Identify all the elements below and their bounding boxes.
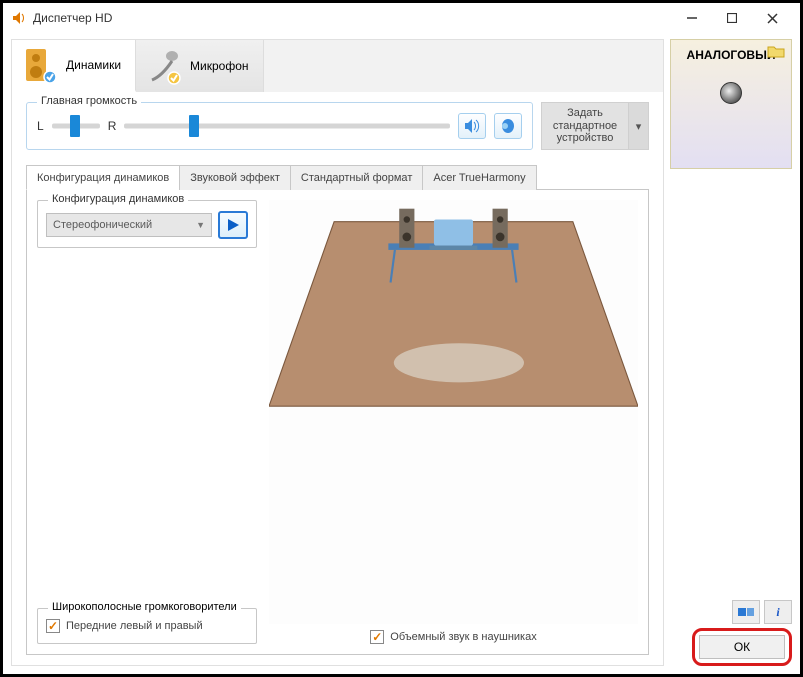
- balance-left-label: L: [37, 119, 44, 133]
- analog-box: АНАЛОГОВЫЙ: [670, 39, 792, 169]
- tab-microphone-label: Микрофон: [190, 59, 248, 73]
- chevron-down-icon: ▼: [196, 220, 205, 230]
- subtab-trueharmony[interactable]: Acer TrueHarmony: [422, 165, 536, 190]
- ok-button[interactable]: ОК: [699, 635, 785, 659]
- speaker-config-group: Конфигурация динамиков Стереофонический …: [37, 200, 257, 248]
- subtabs: Конфигурация динамиков Звуковой эффект С…: [26, 164, 649, 190]
- minimize-button[interactable]: [672, 4, 712, 32]
- speaker-config-label: Конфигурация динамиков: [48, 193, 188, 205]
- settings-button[interactable]: [494, 113, 522, 139]
- subtab-sound-effect[interactable]: Звуковой эффект: [179, 165, 291, 190]
- ok-highlight: ОК: [692, 628, 792, 666]
- folder-icon[interactable]: [767, 44, 785, 58]
- tabpanel-speaker-config: Конфигурация динамиков Стереофонический …: [26, 190, 649, 655]
- tool-button-1[interactable]: [732, 600, 760, 624]
- main-volume-label: Главная громкость: [37, 95, 141, 107]
- maximize-button[interactable]: [712, 4, 752, 32]
- subtab-speaker-config[interactable]: Конфигурация динамиков: [26, 165, 180, 190]
- device-tabs: Динамики Микрофон: [12, 40, 663, 92]
- side-panel: АНАЛОГОВЫЙ i ОК: [670, 39, 792, 666]
- headphone-virtual-checkbox[interactable]: Объемный звук в наушниках: [370, 630, 536, 644]
- speaker-config-select[interactable]: Стереофонический ▼: [46, 213, 212, 237]
- headphone-virtual-label: Объемный звук в наушниках: [390, 631, 536, 643]
- chevron-down-icon: ▾: [628, 103, 648, 149]
- main-volume-group: Главная громкость L R: [26, 102, 533, 150]
- tab-microphone[interactable]: Микрофон: [136, 40, 263, 92]
- speakers-icon: [20, 45, 60, 85]
- default-device-button[interactable]: Задать стандартное устройство ▾: [541, 102, 649, 150]
- balance-slider[interactable]: [52, 115, 100, 137]
- play-button[interactable]: [218, 211, 248, 239]
- close-button[interactable]: [752, 4, 792, 32]
- wideband-group: Широкополосные громкоговорители Передние…: [37, 608, 257, 644]
- microphone-icon: [144, 46, 184, 86]
- speaker-config-value: Стереофонический: [53, 219, 152, 231]
- room-view: Объемный звук в наушниках: [269, 200, 638, 644]
- checkbox-icon: [370, 630, 384, 644]
- checkbox-icon: [46, 619, 60, 633]
- analog-jack[interactable]: [720, 82, 742, 104]
- room-scene: [269, 200, 638, 624]
- subtab-default-format[interactable]: Стандартный формат: [290, 165, 423, 190]
- wideband-front-label: Передние левый и правый: [66, 620, 203, 632]
- mute-button[interactable]: [458, 113, 486, 139]
- titlebar: Диспетчер HD: [3, 3, 800, 33]
- wideband-title: Широкополосные громкоговорители: [48, 601, 241, 613]
- tab-speakers-label: Динамики: [66, 58, 121, 72]
- main-panel: Динамики Микрофон Главная громкость: [11, 39, 664, 666]
- balance-right-label: R: [108, 119, 117, 133]
- tab-speakers[interactable]: Динамики: [12, 40, 136, 92]
- default-device-label: Задать стандартное устройство: [542, 103, 628, 149]
- info-button[interactable]: i: [764, 600, 792, 624]
- speaker-icon: [11, 10, 27, 26]
- volume-slider[interactable]: [124, 115, 450, 137]
- ok-label: ОК: [734, 640, 750, 654]
- window-title: Диспетчер HD: [33, 11, 672, 25]
- info-icon: i: [776, 605, 779, 620]
- wideband-front-checkbox[interactable]: Передние левый и правый: [46, 619, 248, 633]
